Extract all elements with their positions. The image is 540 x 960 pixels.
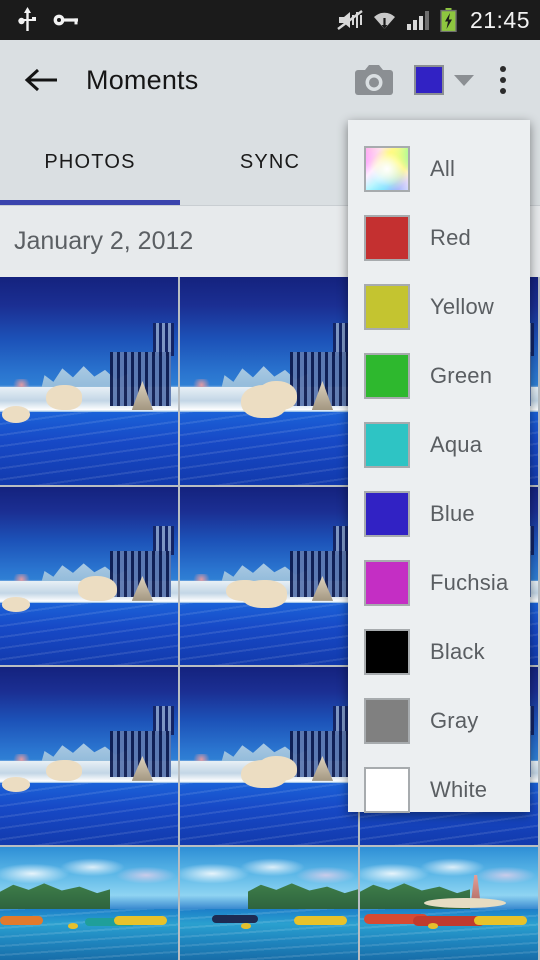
photo-thumbnail — [180, 487, 358, 665]
photo-thumbnail — [0, 277, 178, 485]
photo-polar-bears-7[interactable] — [0, 667, 178, 845]
overflow-dot — [500, 66, 506, 72]
app-screen: 21:45 Moments PHOTOS SYNC January 2, 201… — [0, 0, 540, 960]
photo-polar-bears-4[interactable] — [0, 487, 178, 665]
overflow-dot — [500, 77, 506, 83]
color-menu-item-fuchsia[interactable]: Fuchsia — [348, 548, 530, 617]
photo-island-boats-2[interactable] — [180, 847, 358, 960]
photo-thumbnail — [180, 667, 358, 845]
color-menu-item-black[interactable]: Black — [348, 617, 530, 686]
color-menu-item-label: Yellow — [430, 293, 494, 319]
chevron-down-icon — [454, 74, 474, 86]
color-swatch-black — [364, 628, 410, 675]
color-menu-item-label: White — [430, 776, 488, 802]
color-menu-item-label: Blue — [430, 500, 475, 526]
overflow-dot — [500, 88, 506, 94]
color-swatch-aqua — [364, 421, 410, 468]
color-menu-item-label: All — [430, 155, 456, 181]
color-menu-item-red[interactable]: Red — [348, 203, 530, 272]
color-menu-item-label: Red — [430, 224, 471, 250]
color-menu-item-label: Green — [430, 362, 493, 388]
color-menu-item-label: Aqua — [430, 431, 483, 457]
wifi-icon — [372, 9, 397, 31]
photo-thumbnail — [180, 847, 358, 960]
battery-charging-icon — [440, 8, 457, 32]
color-menu-item-label: Gray — [430, 707, 479, 733]
color-menu-item-yellow[interactable]: Yellow — [348, 272, 530, 341]
status-bar: 21:45 — [0, 0, 540, 40]
app-bar: Moments — [0, 40, 540, 120]
color-swatch-blue — [364, 490, 410, 537]
photo-polar-bears-1[interactable] — [0, 277, 178, 485]
photo-polar-bears-5[interactable] — [180, 487, 358, 665]
status-bar-clock: 21:45 — [469, 6, 530, 33]
photo-thumbnail — [360, 847, 538, 960]
photo-island-boats-1[interactable] — [0, 847, 178, 960]
color-swatch-fuchsia — [364, 559, 410, 606]
mute-vibrate-icon — [337, 9, 363, 31]
tab-sync[interactable]: SYNC — [180, 120, 360, 205]
photo-thumbnail — [0, 667, 178, 845]
page-title: Moments — [86, 64, 199, 95]
color-swatch-red — [364, 214, 410, 261]
back-arrow-icon[interactable] — [24, 67, 58, 93]
color-menu-item-all[interactable]: All — [348, 134, 530, 203]
color-menu-item-gray[interactable]: Gray — [348, 686, 530, 755]
photo-thumbnail — [180, 277, 358, 485]
vpn-key-icon — [53, 13, 79, 27]
color-swatch-green — [364, 352, 410, 399]
color-menu-item-aqua[interactable]: Aqua — [348, 410, 530, 479]
tab-sync-label: SYNC — [239, 151, 301, 173]
photo-polar-bears-2[interactable] — [180, 277, 358, 485]
color-swatch-white — [364, 766, 410, 813]
color-menu-item-label: Black — [430, 638, 485, 664]
color-swatch-gray — [364, 697, 410, 744]
photo-island-boats-3[interactable] — [360, 847, 538, 960]
color-menu-item-blue[interactable]: Blue — [348, 479, 530, 548]
camera-icon[interactable] — [346, 52, 402, 108]
color-menu-item-green[interactable]: Green — [348, 341, 530, 410]
color-swatch-all — [364, 145, 410, 192]
overflow-menu-button[interactable] — [480, 52, 526, 108]
usb-icon — [18, 7, 37, 33]
tab-photos[interactable]: PHOTOS — [0, 120, 180, 205]
status-bar-left-icons — [18, 7, 79, 33]
color-menu-item-white[interactable]: White — [348, 755, 530, 824]
color-filter-menu[interactable]: All Red Yellow Green Aqua Blue Fuchsia Black Gra… — [348, 120, 530, 813]
photo-thumbnail — [0, 847, 178, 960]
photo-thumbnail — [0, 487, 178, 665]
status-bar-right-icons: 21:45 — [337, 7, 530, 34]
tab-photos-label: PHOTOS — [44, 151, 136, 173]
cellular-signal-icon — [406, 9, 431, 31]
color-menu-item-label: Fuchsia — [430, 569, 509, 595]
app-bar-actions — [346, 52, 526, 108]
photo-polar-bears-8[interactable] — [180, 667, 358, 845]
color-swatch-yellow — [364, 283, 410, 330]
color-filter-swatch — [414, 65, 444, 95]
date-section-label: January 2, 2012 — [14, 227, 194, 255]
color-filter-button[interactable] — [402, 65, 480, 95]
